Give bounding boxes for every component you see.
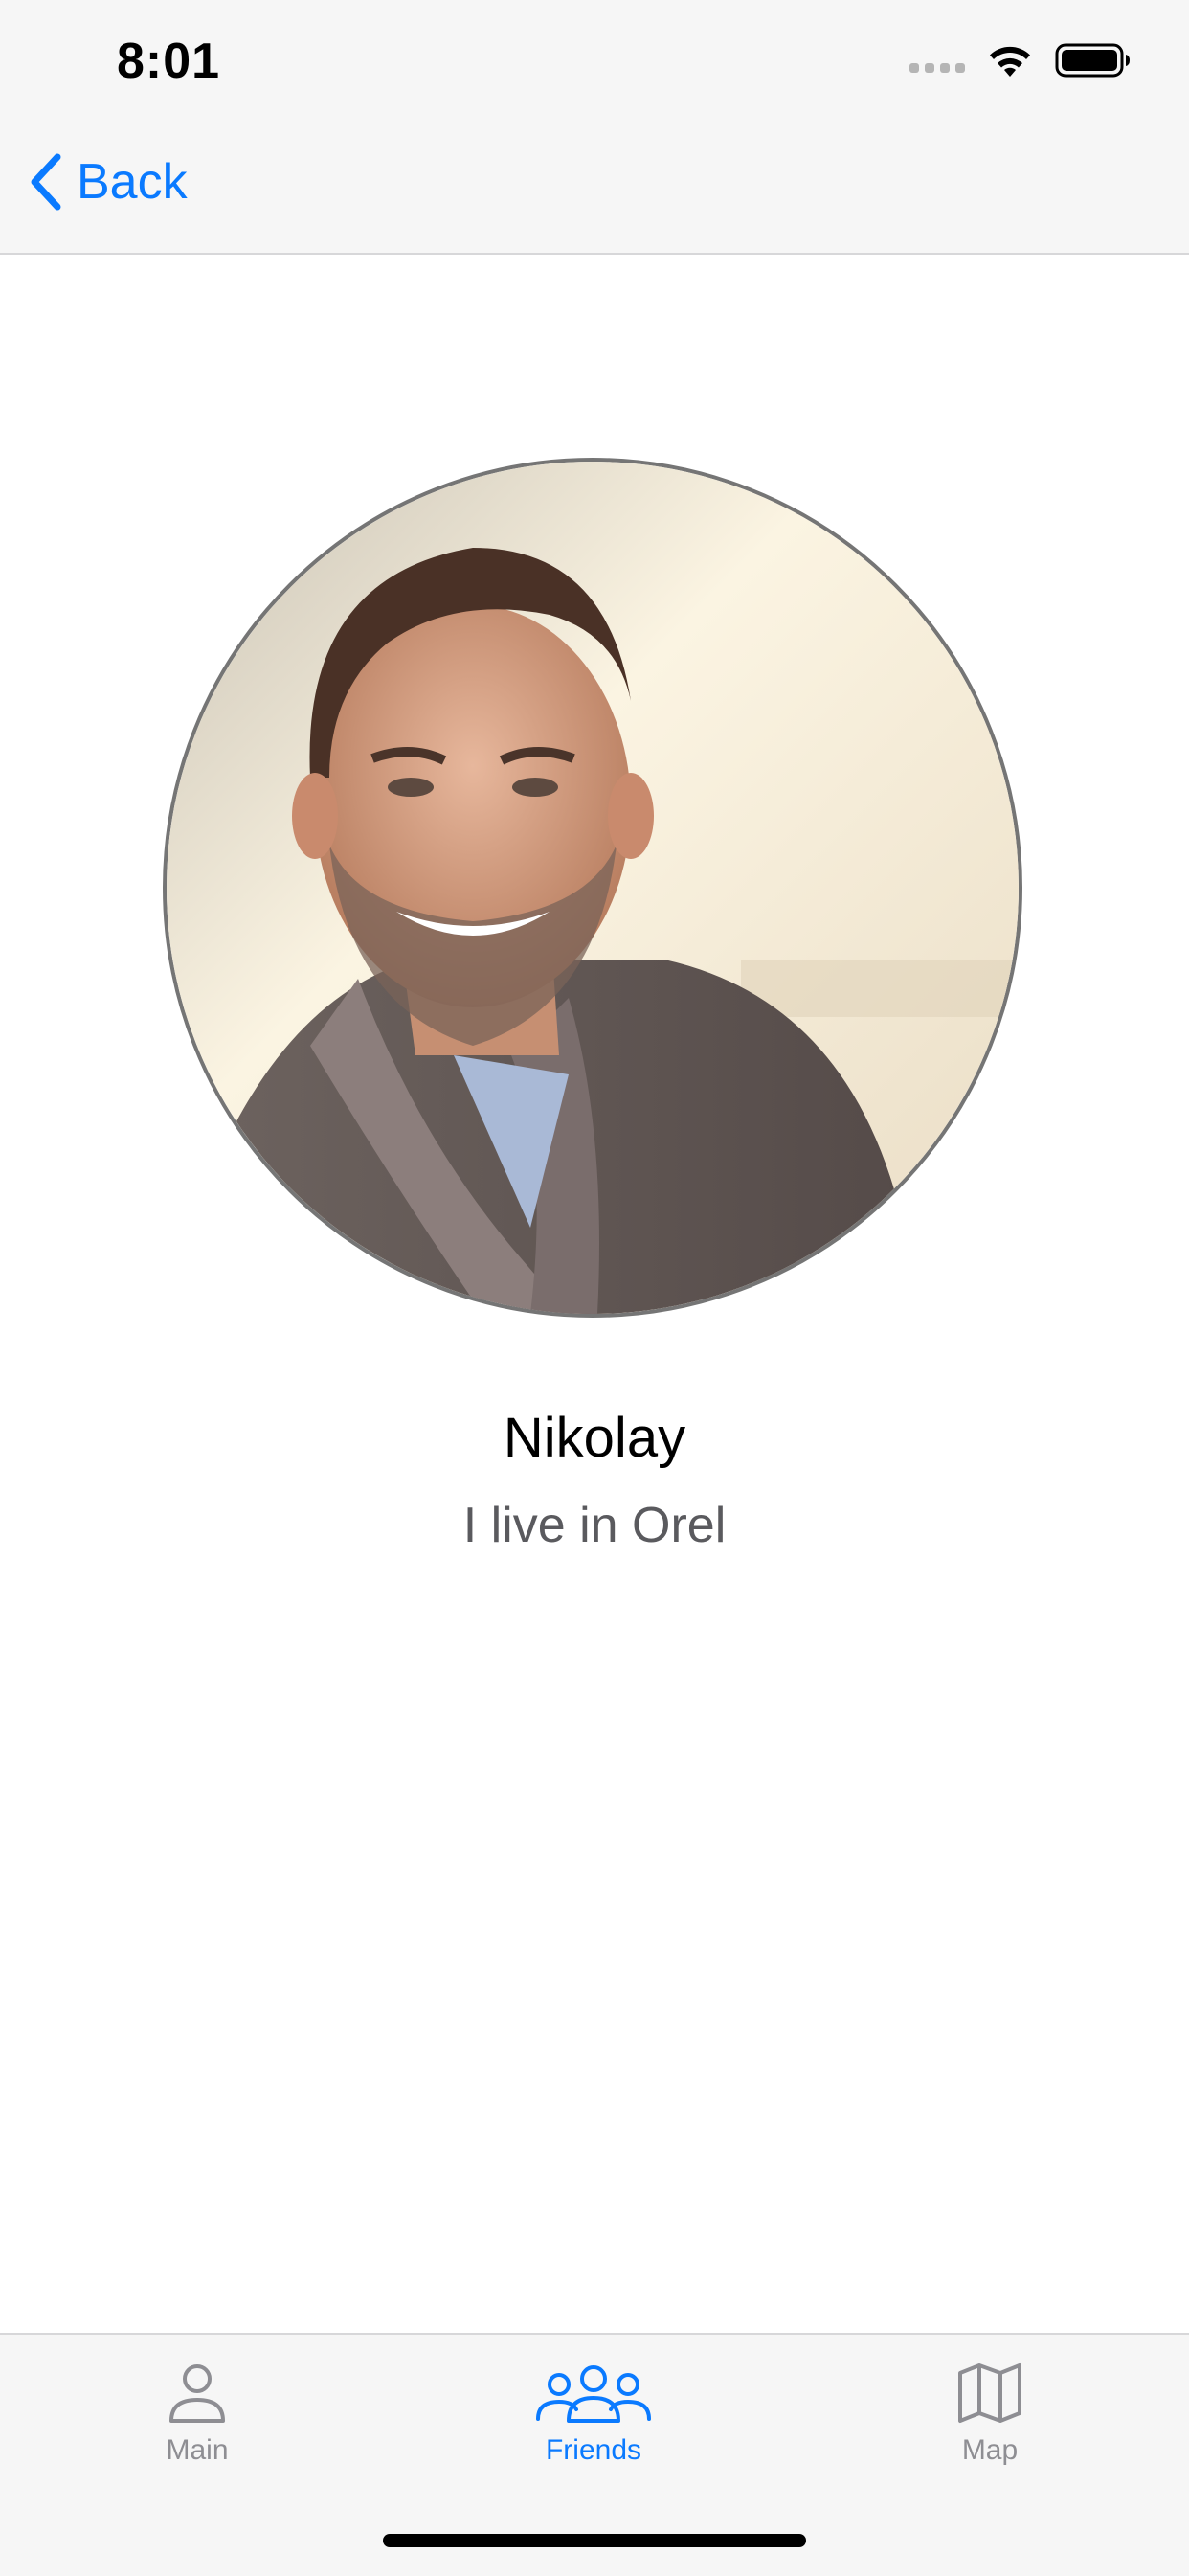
tab-friends-label: Friends xyxy=(545,2434,642,2466)
avatar xyxy=(163,458,1022,1318)
tab-main-label: Main xyxy=(166,2434,229,2466)
tab-map[interactable]: Map xyxy=(885,2361,1095,2467)
person-icon xyxy=(169,2364,225,2423)
avatar-photo xyxy=(167,462,1019,1314)
map-icon xyxy=(958,2363,1021,2423)
status-icons xyxy=(909,42,1132,79)
back-button[interactable]: Back xyxy=(29,153,188,211)
people-group-icon xyxy=(536,2365,651,2423)
navigation-header: 8:01 Back xyxy=(0,0,1189,255)
signal-dots-icon xyxy=(909,63,965,73)
home-indicator[interactable] xyxy=(383,2534,806,2547)
tab-map-label: Map xyxy=(961,2434,1019,2466)
tab-friends[interactable]: Friends xyxy=(488,2361,699,2467)
status-time: 8:01 xyxy=(117,34,221,89)
back-label: Back xyxy=(77,154,188,210)
profile-name: Nikolay xyxy=(503,1407,686,1469)
wifi-icon xyxy=(990,46,1030,77)
chevron-left-icon xyxy=(31,153,61,211)
battery-icon xyxy=(1055,43,1130,78)
tab-main[interactable]: Main xyxy=(92,2361,303,2467)
profile-status: I live in Orel xyxy=(462,1498,727,1553)
